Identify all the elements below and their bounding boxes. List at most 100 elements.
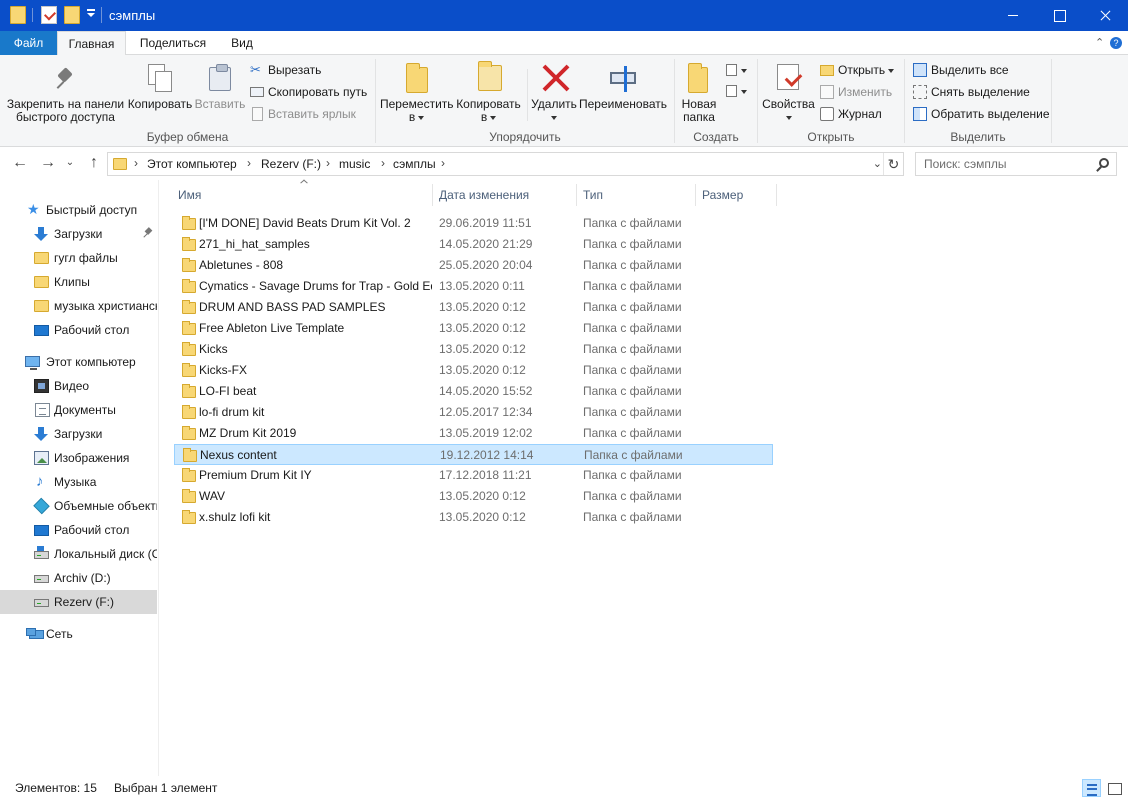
file-row[interactable]: Kicks-FX 13.05.2020 0:12 Папка с файлами bbox=[174, 360, 773, 381]
new-folder-quick-button[interactable] bbox=[64, 6, 80, 24]
sidebar-item-documents[interactable]: Документы bbox=[0, 398, 157, 422]
breadcrumb-separator-icon[interactable]: › bbox=[326, 156, 330, 170]
details-view-icon[interactable] bbox=[1082, 779, 1101, 797]
select-none-button[interactable]: Снять выделение bbox=[911, 83, 1030, 101]
column-header-type[interactable]: Тип bbox=[577, 184, 696, 206]
file-row[interactable]: Free Ableton Live Template 13.05.2020 0:1… bbox=[174, 318, 773, 339]
sidebar-item-desktop-pc[interactable]: Рабочий стол bbox=[0, 518, 157, 542]
sidebar-item-video[interactable]: Видео bbox=[0, 374, 157, 398]
pin-label-line2: быстрого доступа bbox=[16, 110, 115, 124]
sidebar-item-quick-access[interactable]: ★ Быстрый доступ bbox=[0, 198, 157, 222]
address-dropdown-chevron-icon[interactable]: ⌄ bbox=[873, 157, 882, 170]
sidebar-item-clips[interactable]: Клипы bbox=[0, 270, 157, 294]
new-item-button[interactable] bbox=[726, 64, 747, 78]
properties-quick-button[interactable] bbox=[41, 6, 57, 24]
copy-path-button[interactable]: Скопировать путь bbox=[248, 83, 367, 101]
sidebar-item-christian-music[interactable]: музыка христианская bbox=[0, 294, 157, 318]
address-bar[interactable]: › Этот компьютер › Rezerv (F:) › music ›… bbox=[107, 152, 904, 176]
rename-button[interactable]: Переименовать bbox=[578, 98, 668, 111]
select-all-button[interactable]: Выделить все bbox=[911, 61, 1009, 79]
tab-share[interactable]: Поделиться bbox=[131, 31, 215, 55]
file-row[interactable]: [I'M DONE] David Beats Drum Kit Vol. 2 29… bbox=[174, 213, 773, 234]
file-row[interactable]: Nexus content 19.12.2012 14:14 Папка с фай… bbox=[174, 444, 773, 465]
close-button[interactable] bbox=[1082, 0, 1128, 31]
breadcrumb-drive[interactable]: Rezerv (F:) bbox=[261, 157, 321, 171]
sidebar-item-drive-c[interactable]: Локальный диск (C:) bbox=[0, 542, 157, 566]
search-icon[interactable] bbox=[1099, 158, 1109, 168]
sidebar-item-this-pc[interactable]: Этот компьютер bbox=[0, 350, 157, 374]
delete-button[interactable]: Удалить bbox=[529, 98, 579, 124]
maximize-button[interactable] bbox=[1036, 0, 1082, 31]
sidebar-item-label: Локальный диск (C:) bbox=[54, 547, 157, 561]
sidebar-item-network[interactable]: Сеть bbox=[0, 622, 157, 646]
tab-view[interactable]: Вид bbox=[222, 31, 262, 55]
breadcrumb-separator-icon[interactable]: › bbox=[381, 156, 385, 170]
column-header-size[interactable]: Размер bbox=[696, 184, 777, 206]
open-button[interactable]: Открыть bbox=[818, 61, 895, 79]
help-icon[interactable]: ? bbox=[1110, 37, 1122, 49]
file-type: Папка с файлами bbox=[583, 468, 682, 482]
breadcrumb-separator-icon[interactable]: › bbox=[134, 156, 138, 170]
recent-locations-chevron-icon[interactable]: ⌄ bbox=[62, 155, 78, 171]
file-row[interactable]: Cymatics - Savage Drums for Trap - Gold … bbox=[174, 276, 773, 297]
sidebar-item-google-files[interactable]: гугл файлы bbox=[0, 246, 157, 270]
copy-to-icon bbox=[478, 61, 502, 91]
sidebar-item-music[interactable]: ♪ Музыка bbox=[0, 470, 157, 494]
properties-button[interactable]: Свойства bbox=[761, 98, 816, 124]
sidebar-item-downloads-pc[interactable]: Загрузки bbox=[0, 422, 157, 446]
minimize-button[interactable] bbox=[990, 0, 1036, 31]
column-header-date[interactable]: Дата изменения bbox=[433, 184, 577, 206]
tab-file[interactable]: Файл bbox=[0, 31, 57, 55]
invert-selection-button[interactable]: Обратить выделение bbox=[911, 105, 1050, 123]
file-row[interactable]: MZ Drum Kit 2019 13.05.2019 12:02 Папка с … bbox=[174, 423, 773, 444]
pin-icon[interactable] bbox=[143, 228, 153, 238]
file-row[interactable]: Kicks 13.05.2020 0:12 Папка с файлами bbox=[174, 339, 773, 360]
paste-shortcut-button[interactable]: Вставить ярлык bbox=[248, 105, 356, 123]
navigation-bar: ← → ⌄ ↑ › Этот компьютер › Rezerv (F:) ›… bbox=[0, 148, 1128, 180]
file-row[interactable]: lo-fi drum kit 12.05.2017 12:34 Папка с фа… bbox=[174, 402, 773, 423]
file-row[interactable]: DRUM AND BASS PAD SAMPLES 13.05.2020 0:12… bbox=[174, 297, 773, 318]
collapse-ribbon-chevron-icon[interactable]: ⌃ bbox=[1095, 36, 1104, 49]
breadcrumb-current[interactable]: сэмплы bbox=[393, 157, 436, 171]
file-type: Папка с файлами bbox=[583, 216, 682, 230]
sidebar-item-desktop[interactable]: Рабочий стол bbox=[0, 318, 157, 342]
search-input[interactable] bbox=[924, 156, 1090, 172]
customize-quick-access-dropdown[interactable] bbox=[87, 9, 95, 17]
delete-dropdown-chevron-icon bbox=[529, 111, 579, 124]
file-row[interactable]: Premium Drum Kit IY 17.12.2018 11:21 Папка… bbox=[174, 465, 773, 486]
file-type: Папка с файлами bbox=[583, 258, 682, 272]
file-row[interactable]: LO-FI beat 14.05.2020 15:52 Папка с файлам… bbox=[174, 381, 773, 402]
file-row[interactable]: WAV 13.05.2020 0:12 Папка с файлами bbox=[174, 486, 773, 507]
forward-arrow-icon[interactable]: → bbox=[40, 155, 56, 171]
easy-access-button[interactable] bbox=[726, 85, 747, 99]
edit-button[interactable]: Изменить bbox=[818, 83, 892, 101]
file-row[interactable]: Abletunes - 808 25.05.2020 20:04 Папка с ф… bbox=[174, 255, 773, 276]
large-icons-view-icon[interactable] bbox=[1104, 779, 1123, 797]
cut-button[interactable]: ✂ Вырезать bbox=[248, 61, 321, 79]
breadcrumb-music[interactable]: music bbox=[339, 157, 370, 171]
refresh-icon[interactable]: ↻ bbox=[883, 153, 903, 175]
file-date: 13.05.2020 0:12 bbox=[439, 300, 526, 314]
new-folder-button[interactable]: Новая папка bbox=[679, 98, 719, 124]
copy-button[interactable]: Копировать bbox=[127, 98, 193, 111]
move-to-button[interactable]: Переместить в bbox=[380, 98, 454, 124]
up-arrow-icon[interactable]: ↑ bbox=[86, 155, 102, 171]
sidebar-item-drive-f[interactable]: Rezerv (F:) bbox=[0, 590, 157, 614]
sidebar-item-pictures[interactable]: Изображения bbox=[0, 446, 157, 470]
file-row[interactable]: x.shulz lofi kit 13.05.2020 0:12 Папка с ф… bbox=[174, 507, 773, 528]
history-button[interactable]: Журнал bbox=[818, 105, 882, 123]
sidebar-item-downloads[interactable]: Загрузки bbox=[0, 222, 157, 246]
file-row[interactable]: 271_hi_hat_samples 14.05.2020 21:29 Папка … bbox=[174, 234, 773, 255]
back-arrow-icon[interactable]: ← bbox=[12, 155, 28, 171]
sidebar-item-3d-objects[interactable]: Объемные объекты bbox=[0, 494, 157, 518]
copy-to-button[interactable]: Копировать в bbox=[453, 98, 524, 124]
breadcrumb-separator-icon[interactable]: › bbox=[247, 156, 251, 170]
paste-button[interactable]: Вставить bbox=[194, 98, 246, 111]
column-header-name[interactable]: Имя bbox=[172, 184, 433, 206]
breadcrumb-this-pc[interactable]: Этот компьютер bbox=[147, 157, 237, 171]
tab-home[interactable]: Главная bbox=[57, 31, 126, 56]
search-box[interactable] bbox=[915, 152, 1117, 176]
breadcrumb-separator-icon[interactable]: › bbox=[441, 156, 445, 170]
sidebar-item-drive-d[interactable]: Archiv (D:) bbox=[0, 566, 157, 590]
pin-to-quick-access-button[interactable]: Закрепить на панели быстрого доступа bbox=[6, 98, 125, 124]
